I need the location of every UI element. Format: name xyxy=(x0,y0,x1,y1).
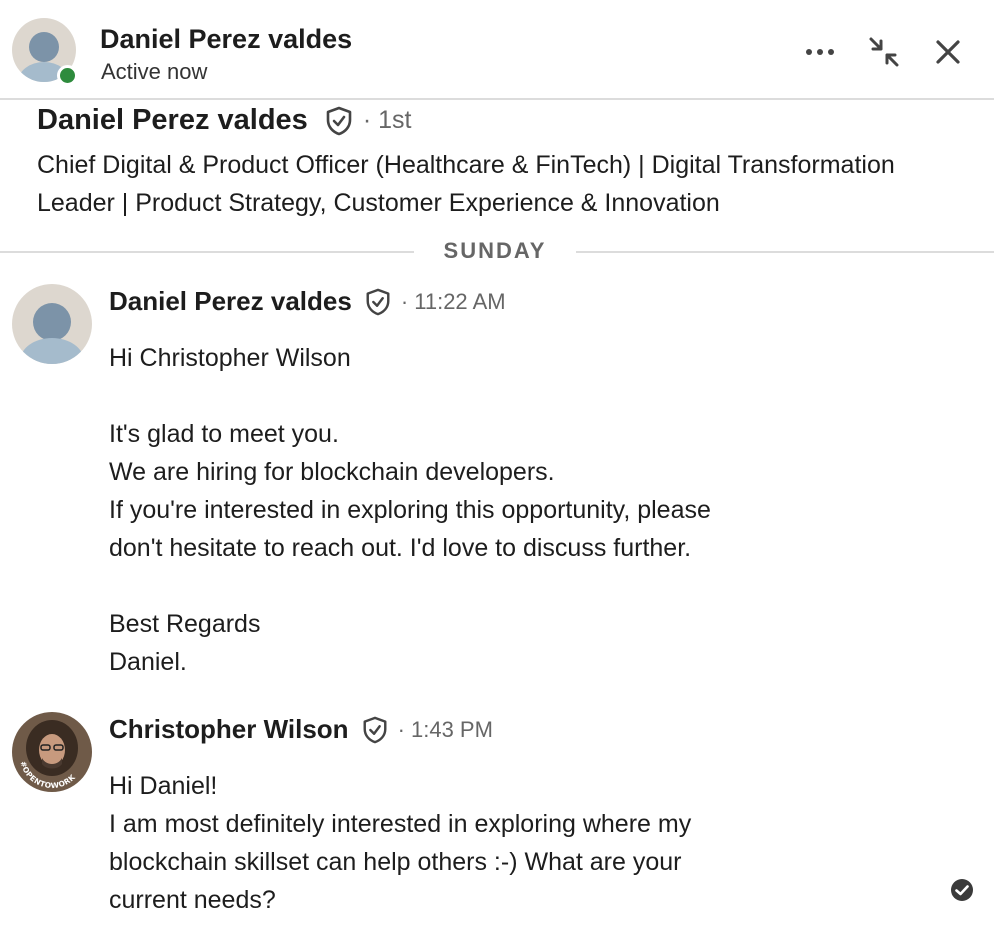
read-check-icon xyxy=(950,878,974,902)
message-line: We are hiring for blockchain developers. xyxy=(109,458,555,486)
message-author[interactable]: Christopher Wilson xyxy=(109,714,349,745)
message-timestamp: · 11:22 AM xyxy=(400,288,506,314)
day-label: SUNDAY xyxy=(443,238,547,263)
divider-line xyxy=(576,251,994,253)
profile-name-row: Daniel Perez valdes · 1st xyxy=(37,104,411,137)
verified-shield-icon xyxy=(364,288,392,316)
day-divider: SUNDAY xyxy=(0,236,994,270)
message-line: It's glad to meet you. xyxy=(109,420,339,448)
profile-headline: Chief Digital & Product Officer (Healthc… xyxy=(37,151,895,217)
message-line: Best Regards xyxy=(109,610,261,638)
close-icon xyxy=(936,40,960,64)
message-meta: Christopher Wilson · 1:43 PM xyxy=(109,714,493,745)
close-button[interactable] xyxy=(930,34,966,70)
message-line: Hi Christopher Wilson xyxy=(109,344,351,372)
message-line: don't hesitate to reach out. I'd love to… xyxy=(109,534,692,562)
verified-shield-icon xyxy=(324,106,354,136)
message-meta: Daniel Perez valdes · 11:22 AM xyxy=(109,286,506,317)
more-horizontal-icon xyxy=(806,49,834,55)
header-status: Active now xyxy=(101,59,208,84)
avatar[interactable] xyxy=(12,284,92,364)
divider-line xyxy=(0,251,414,253)
verified-shield-icon xyxy=(361,716,389,744)
message-author[interactable]: Daniel Perez valdes xyxy=(109,286,352,317)
message-line: Hi Daniel! xyxy=(109,772,218,800)
message-line: Daniel. xyxy=(109,648,187,676)
conversation-header[interactable]: Daniel Perez valdes Active now xyxy=(0,4,994,100)
message-timestamp: · 1:43 PM xyxy=(397,716,493,742)
message-line: I am most definitely interested in explo… xyxy=(109,810,692,838)
avatar[interactable]: #OPENTOWORK xyxy=(12,712,92,792)
profile-name[interactable]: Daniel Perez valdes xyxy=(37,104,308,137)
message-body: Hi Christopher Wilson It's glad to meet … xyxy=(109,339,929,681)
minimize-icon xyxy=(869,37,899,67)
more-options-button[interactable] xyxy=(802,34,838,70)
header-contact-name[interactable]: Daniel Perez valdes xyxy=(100,24,352,55)
presence-indicator xyxy=(57,65,78,86)
message-body: Hi Daniel! I am most definitely interest… xyxy=(109,767,929,919)
message-line: current needs? xyxy=(109,886,276,914)
minimize-button[interactable] xyxy=(866,34,902,70)
connection-degree: · 1st xyxy=(362,106,412,134)
messaging-window: Daniel Perez valdes Active now Daniel Pe… xyxy=(0,0,994,940)
message-line: If you're interested in exploring this o… xyxy=(109,496,711,524)
message-line: blockchain skillset can help others :-) … xyxy=(109,848,682,876)
